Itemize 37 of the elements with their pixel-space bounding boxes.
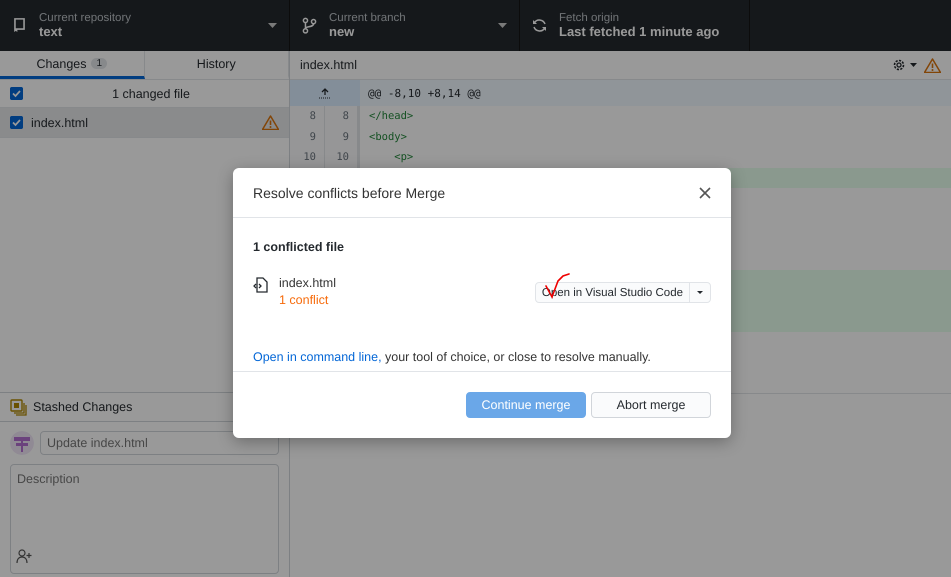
avatar-icon — [10, 431, 34, 455]
summary-field[interactable]: Update index.html — [40, 431, 279, 455]
close-button[interactable] — [699, 186, 711, 198]
file-name: index.html — [31, 116, 89, 130]
code-line: <body> — [368, 130, 408, 144]
checkbox[interactable] — [10, 116, 23, 129]
fetch-button[interactable]: Fetch origin Last fetched 1 minute ago — [520, 0, 750, 51]
file-row[interactable]: index.html — [0, 108, 289, 138]
caret-icon — [498, 23, 507, 28]
branch-icon — [302, 16, 317, 34]
warning-icon — [924, 58, 941, 72]
hunk-header: @@ -8,10 +8,14 @@ — [367, 86, 481, 100]
settings-icon[interactable] — [892, 58, 918, 72]
dialog-heading: 1 conflicted file — [253, 240, 345, 254]
expand-up-icon — [319, 88, 331, 98]
diff-file-name: index.html — [300, 58, 358, 72]
stash-label: Stashed Changes — [33, 400, 132, 414]
repo-icon — [12, 17, 27, 34]
code-file-icon — [253, 277, 269, 293]
changed-count: 1 changed file — [111, 86, 191, 100]
caret-icon — [268, 23, 277, 28]
count-badge: 1 — [91, 58, 108, 69]
conflict-count: 1 conflict — [279, 293, 330, 307]
command-line-link[interactable]: Open in command line, — [253, 350, 382, 364]
stack-icon — [10, 398, 27, 416]
sync-icon — [532, 18, 547, 33]
file-name: index.html — [279, 276, 337, 290]
tab[interactable]: Changes 1 — [0, 51, 144, 79]
add-person-icon[interactable] — [16, 549, 32, 563]
dialog-button[interactable]: Abort merge — [591, 392, 711, 418]
branch-button[interactable]: Current branch new — [290, 0, 520, 51]
description-field[interactable]: Description — [10, 464, 279, 574]
checkbox[interactable] — [10, 87, 23, 100]
code-line: <p> — [393, 150, 414, 165]
help-text: Open in command line, your tool of choice, or close to resolve manually. — [253, 350, 652, 364]
code-line: </head> — [368, 109, 414, 124]
dialog-title: Resolve conflicts before Merge — [253, 184, 446, 200]
